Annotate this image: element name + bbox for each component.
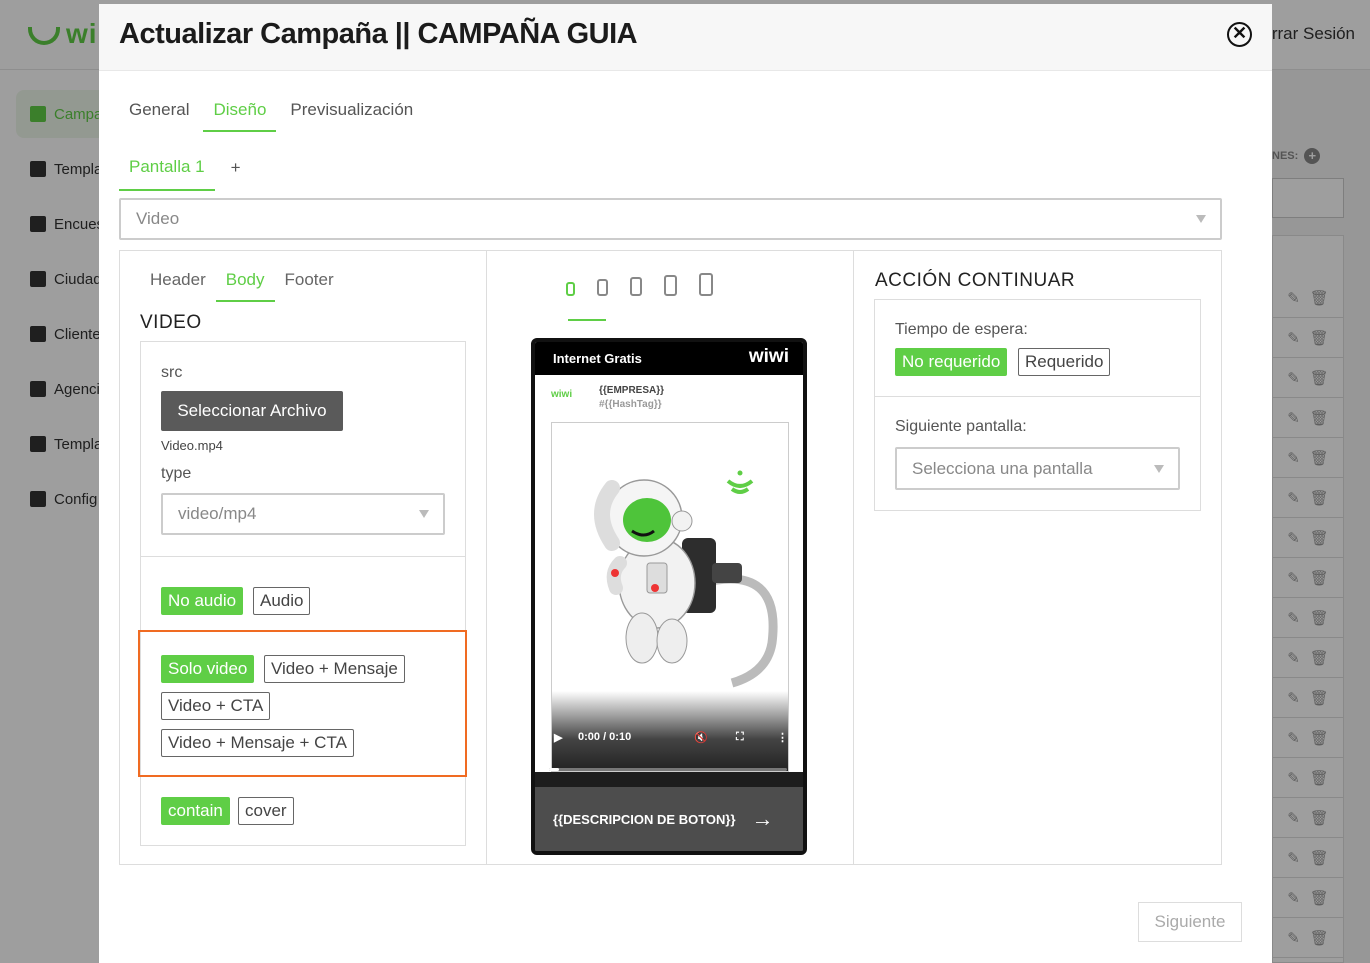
preview-hashtag: #{{HashTag}} <box>599 399 662 410</box>
cta-label: {{DESCRIPCION DE BOTON}} <box>553 811 736 827</box>
phone-preview: Internet Gratis wiwi wiwi {{EMPRESA}} #{… <box>531 338 807 855</box>
mime-type-select[interactable]: video/mp4 <box>161 493 445 535</box>
tab-preview[interactable]: Previsualización <box>280 92 423 132</box>
section-subtabs: Header Body Footer <box>140 270 344 302</box>
wait-time-label: Tiempo de espera: <box>895 321 1028 338</box>
divider <box>875 396 1200 397</box>
close-icon[interactable]: ✕ <box>1227 22 1252 47</box>
required-button[interactable]: Requerido <box>1018 348 1111 376</box>
add-screen-button[interactable]: + <box>231 158 241 182</box>
next-screen-label: Siguiente pantalla: <box>895 418 1027 435</box>
device-large-phone-icon[interactable] <box>630 277 642 296</box>
src-label: src <box>161 364 183 381</box>
select-file-button[interactable]: Seleccionar Archivo <box>161 391 343 431</box>
preview-company-name: {{EMPRESA}} <box>599 385 665 396</box>
mime-type-value: video/mp4 <box>178 504 257 523</box>
audio-button[interactable]: Audio <box>253 587 311 615</box>
device-active-indicator <box>568 319 606 321</box>
fullscreen-icon[interactable]: ⛶ <box>736 731 744 744</box>
preview-company: {{EMPRESA}} #{{HashTag}} <box>599 384 664 412</box>
video-controls: ▶ 0:00 / 0:10 🔇 ⛶ ⋮ <box>552 691 788 771</box>
play-icon[interactable]: ▶ <box>554 731 562 744</box>
continue-action-title: ACCIÓN CONTINUAR <box>875 270 1076 291</box>
divider <box>141 556 465 557</box>
preview-header-logo: wiwi <box>748 346 789 367</box>
video-progress-bar[interactable] <box>549 768 787 771</box>
layout-options-highlight <box>138 630 467 777</box>
update-campaign-modal: Actualizar Campaña || CAMPAÑA GUIA ✕ Gen… <box>99 4 1272 963</box>
tab-screen-1[interactable]: Pantalla 1 <box>119 149 215 191</box>
video-section-title: VIDEO <box>140 312 202 333</box>
cover-button[interactable]: cover <box>238 797 294 825</box>
cta-button[interactable]: {{DESCRIPCION DE BOTON}} → <box>535 787 803 851</box>
preview-header: Internet Gratis wiwi <box>535 342 803 375</box>
video-time: 0:00 / 0:10 <box>578 731 632 743</box>
file-name: Video.mp4 <box>161 438 223 453</box>
device-small-phone-icon[interactable] <box>566 282 575 296</box>
mute-icon[interactable]: 🔇 <box>694 731 708 744</box>
component-type-select[interactable]: Video <box>119 198 1222 240</box>
continue-action-card: Tiempo de espera: No requerido Requerido… <box>874 299 1201 511</box>
device-tablet-icon[interactable] <box>664 275 677 296</box>
component-type-value: Video <box>136 209 180 228</box>
video-progress-fill <box>549 768 559 771</box>
chevron-down-icon <box>1154 464 1164 473</box>
arrow-right-icon: → <box>751 806 774 831</box>
video-player[interactable]: ▶ 0:00 / 0:10 🔇 ⛶ ⋮ <box>551 422 789 772</box>
next-screen-placeholder: Selecciona una pantalla <box>912 458 1093 478</box>
chevron-down-icon <box>1196 215 1206 223</box>
modal-tabs: General Diseño Previsualización <box>119 92 427 132</box>
tab-general[interactable]: General <box>119 92 199 132</box>
next-screen-select[interactable]: Selecciona una pantalla <box>895 447 1180 490</box>
preview-brand-logo: wiwi <box>551 389 573 400</box>
not-required-button[interactable]: No requerido <box>895 348 1008 376</box>
contain-button[interactable]: contain <box>161 797 230 825</box>
column-divider <box>853 251 854 864</box>
subtab-header[interactable]: Header <box>140 270 216 302</box>
subtab-body[interactable]: Body <box>215 270 275 302</box>
tab-design[interactable]: Diseño <box>203 92 277 132</box>
subtab-footer[interactable]: Footer <box>275 270 344 302</box>
device-large-tablet-icon[interactable] <box>699 273 713 296</box>
next-button[interactable]: Siguiente <box>1138 902 1242 942</box>
preview-column: Internet Gratis wiwi wiwi {{EMPRESA}} #{… <box>486 251 853 864</box>
modal-title: Actualizar Campaña || CAMPAÑA GUIA <box>119 18 638 50</box>
type-label: type <box>161 465 192 482</box>
design-panel: Header Body Footer VIDEO src Seleccionar… <box>119 250 1222 865</box>
chevron-down-icon <box>419 510 429 518</box>
no-audio-button[interactable]: No audio <box>161 587 244 615</box>
device-phone-icon[interactable] <box>597 279 608 296</box>
more-options-icon[interactable]: ⋮ <box>777 731 788 744</box>
device-selector <box>566 273 713 296</box>
preview-header-title: Internet Gratis <box>553 351 642 366</box>
screen-tabs: Pantalla 1 + <box>119 149 241 191</box>
modal-header: Actualizar Campaña || CAMPAÑA GUIA ✕ <box>99 4 1272 71</box>
